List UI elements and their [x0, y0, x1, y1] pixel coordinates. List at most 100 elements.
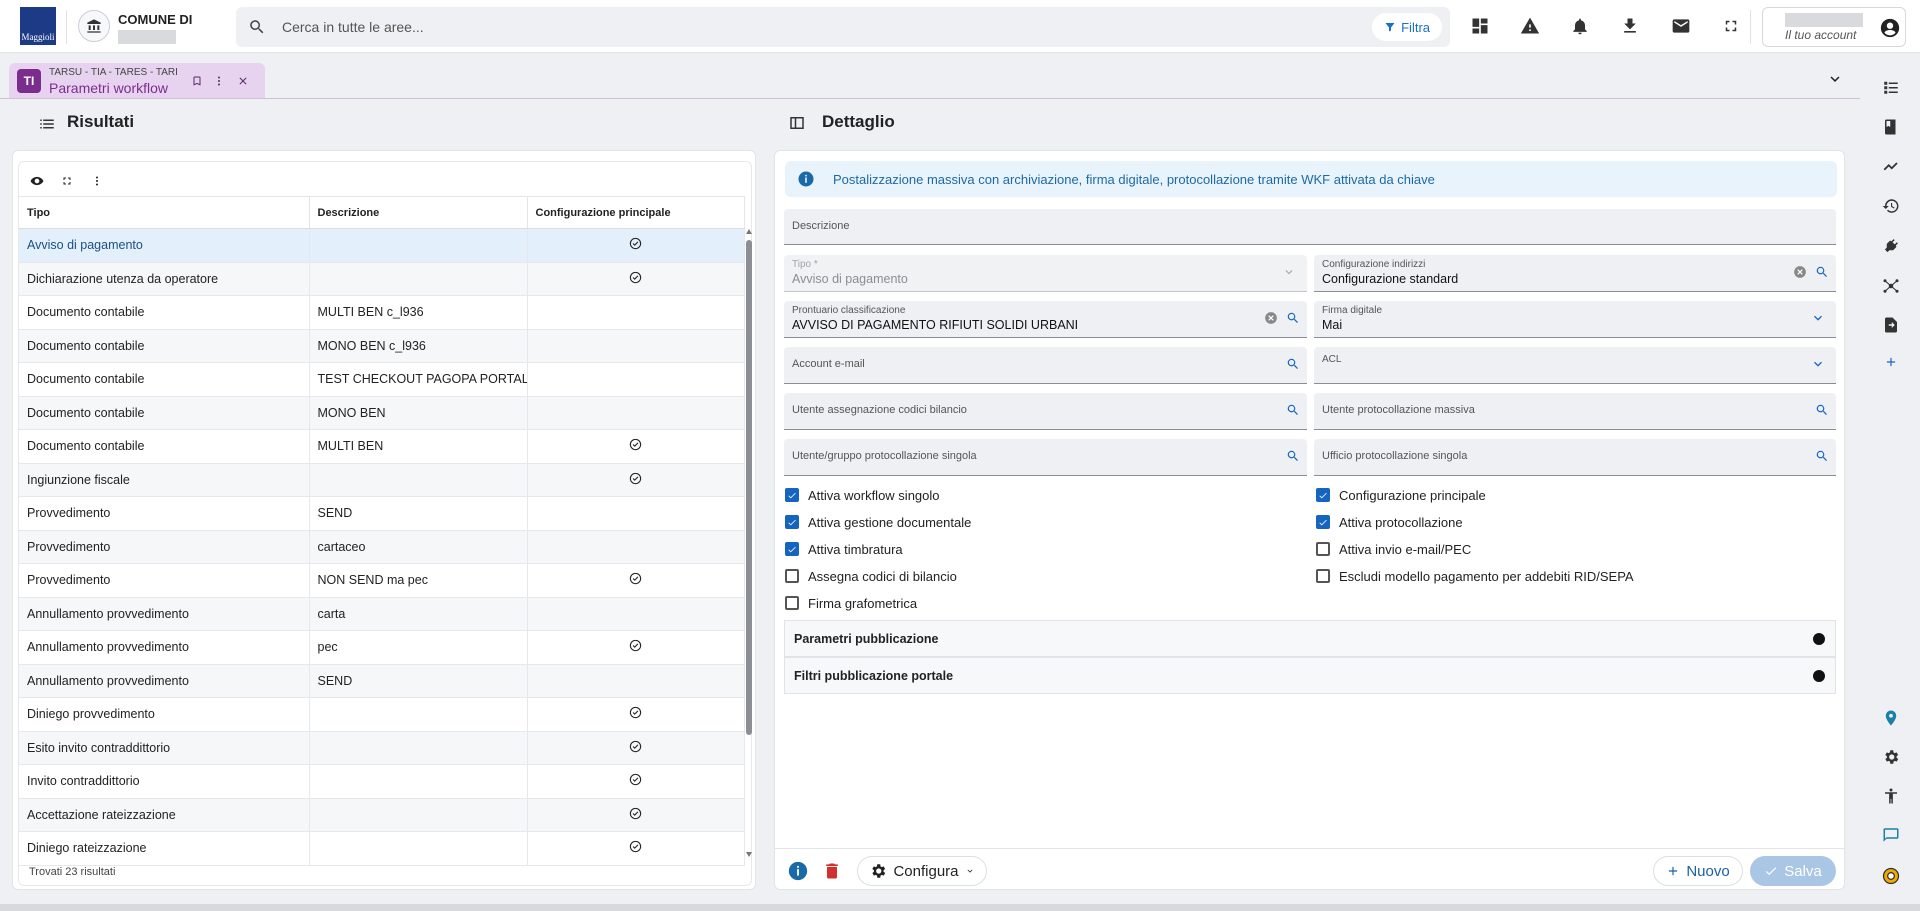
- chat-support-icon[interactable]: [1876, 820, 1906, 850]
- help-lifebuoy-icon[interactable]: [1876, 861, 1906, 891]
- account-button[interactable]: Il tuo account: [1762, 7, 1906, 47]
- acl-select[interactable]: ACL: [1314, 347, 1836, 384]
- filter-button[interactable]: Filtra: [1372, 13, 1442, 41]
- table-row[interactable]: Documento contabile MONO BEN c_l936: [19, 329, 745, 363]
- utente-protocollazione-massiva-field[interactable]: Utente protocollazione massiva: [1314, 393, 1836, 430]
- table-row[interactable]: Dichiarazione utenza da operatore: [19, 262, 745, 296]
- tab-parametri-workflow[interactable]: TI TARSU - TIA - TARES - TARI Parametri …: [9, 63, 265, 99]
- notifications-icon[interactable]: [1566, 12, 1594, 40]
- firma-digitale-select[interactable]: Firma digitale Mai: [1314, 301, 1836, 338]
- bookmark-icon[interactable]: [189, 73, 205, 89]
- table-row[interactable]: Avviso di pagamento: [19, 228, 745, 263]
- checkbox-configurazione-principale[interactable]: Configurazione principale: [1316, 486, 1486, 504]
- accordion-parametri-pubblicazione[interactable]: Parametri pubblicazione: [784, 620, 1836, 657]
- column-header-descrizione[interactable]: Descrizione: [309, 196, 528, 229]
- scroll-down-arrow-icon[interactable]: [746, 852, 752, 858]
- search-icon[interactable]: [1285, 310, 1301, 326]
- table-row[interactable]: Annullamento provvedimento SEND: [19, 664, 745, 698]
- expand-toggle-icon[interactable]: [1813, 633, 1825, 645]
- side-panel-icon[interactable]: [788, 114, 806, 132]
- checkbox-attiva-gestione-documentale[interactable]: Attiva gestione documentale: [785, 513, 971, 531]
- search-icon[interactable]: [1814, 448, 1830, 464]
- expand-icon[interactable]: [57, 171, 77, 191]
- scroll-up-arrow-icon[interactable]: [746, 228, 752, 234]
- ufficio-protocollazione-singola-field[interactable]: Ufficio protocollazione singola: [1314, 439, 1836, 476]
- list-view-icon[interactable]: [1876, 72, 1906, 102]
- search-icon[interactable]: [1285, 356, 1301, 372]
- document-export-icon[interactable]: [1876, 310, 1906, 340]
- search-input[interactable]: Cerca in tutte le aree...: [282, 19, 424, 35]
- checkbox-checked-icon[interactable]: [1316, 515, 1330, 529]
- account-email-field[interactable]: Account e-mail: [784, 347, 1307, 384]
- checkbox-checked-icon[interactable]: [785, 515, 799, 529]
- trend-icon[interactable]: [1876, 151, 1906, 181]
- table-row[interactable]: Accettazione rateizzazione: [19, 798, 745, 832]
- plug-icon[interactable]: [1876, 231, 1906, 261]
- checkbox-attiva-timbratura[interactable]: Attiva timbratura: [785, 540, 903, 558]
- grid-more-icon[interactable]: [87, 171, 107, 191]
- checkbox-unchecked-icon[interactable]: [1316, 569, 1330, 583]
- warning-icon[interactable]: [1516, 12, 1544, 40]
- salva-button[interactable]: Salva: [1750, 856, 1836, 886]
- clear-icon[interactable]: [1792, 264, 1808, 280]
- maggioli-logo[interactable]: Maggioli: [20, 7, 56, 45]
- info-button[interactable]: [787, 856, 809, 886]
- checkbox-escludi-modello-pagamento-per-addebiti-rid-sepa[interactable]: Escludi modello pagamento per addebiti R…: [1316, 567, 1634, 585]
- table-row[interactable]: Documento contabile MONO BEN: [19, 396, 745, 430]
- table-row[interactable]: Annullamento provvedimento pec: [19, 630, 745, 665]
- add-icon[interactable]: [1876, 347, 1906, 377]
- checkbox-checked-icon[interactable]: [1316, 488, 1330, 502]
- checkbox-assegna-codici-di-bilancio[interactable]: Assegna codici di bilancio: [785, 567, 957, 585]
- network-icon[interactable]: [1876, 271, 1906, 301]
- descrizione-field[interactable]: Descrizione: [784, 209, 1836, 245]
- global-search[interactable]: Cerca in tutte le aree... Filtra: [236, 7, 1450, 47]
- checkbox-unchecked-icon[interactable]: [785, 569, 799, 583]
- search-icon[interactable]: [1814, 264, 1830, 280]
- table-row[interactable]: Provvedimento cartaceo: [19, 530, 745, 564]
- configura-button[interactable]: Configura: [857, 856, 987, 886]
- table-row[interactable]: Invito contraddittorio: [19, 764, 745, 799]
- utente-bilancio-field[interactable]: Utente assegnazione codici bilancio: [784, 393, 1307, 430]
- scrollbar-thumb[interactable]: [746, 240, 752, 735]
- mail-icon[interactable]: [1667, 12, 1695, 40]
- location-icon[interactable]: [1876, 703, 1906, 733]
- expand-toggle-icon[interactable]: [1813, 670, 1825, 682]
- utente-protocollazione-singola-field[interactable]: Utente/gruppo protocollazione singola: [784, 439, 1307, 476]
- column-header-configurazione[interactable]: Configurazione principale: [527, 196, 745, 229]
- prontuario-field[interactable]: Prontuario classificazione AVVISO DI PAG…: [784, 301, 1307, 338]
- table-row[interactable]: Annullamento provvedimento carta: [19, 597, 745, 631]
- nuovo-button[interactable]: Nuovo: [1653, 856, 1743, 886]
- checkbox-unchecked-icon[interactable]: [1316, 542, 1330, 556]
- column-header-tipo[interactable]: Tipo: [19, 196, 310, 229]
- tipo-select[interactable]: Tipo * Avviso di pagamento: [784, 255, 1307, 292]
- fullscreen-icon[interactable]: [1717, 12, 1745, 40]
- checkbox-unchecked-icon[interactable]: [785, 596, 799, 610]
- configurazione-indirizzi-field[interactable]: Configurazione indirizzi Configurazione …: [1314, 255, 1836, 292]
- table-row[interactable]: Diniego provvedimento: [19, 697, 745, 732]
- table-row[interactable]: Provvedimento SEND: [19, 496, 745, 531]
- table-row[interactable]: Provvedimento NON SEND ma pec: [19, 563, 745, 598]
- table-row[interactable]: Documento contabile TEST CHECKOUT PAGOPA …: [19, 362, 745, 397]
- dashboard-icon[interactable]: [1466, 12, 1494, 40]
- checkbox-firma-grafometrica[interactable]: Firma grafometrica: [785, 594, 917, 612]
- scrollbar[interactable]: [745, 228, 753, 858]
- accessibility-icon[interactable]: [1876, 781, 1906, 811]
- tab-more-icon[interactable]: [211, 73, 227, 89]
- delete-button[interactable]: [821, 856, 843, 886]
- history-icon[interactable]: [1876, 191, 1906, 221]
- table-row[interactable]: Diniego rateizzazione: [19, 831, 745, 866]
- checkbox-attiva-workflow-singolo[interactable]: Attiva workflow singolo: [785, 486, 940, 504]
- table-row[interactable]: Ingiunzione fiscale: [19, 463, 745, 497]
- search-icon[interactable]: [1285, 448, 1301, 464]
- checkbox-checked-icon[interactable]: [785, 488, 799, 502]
- download-icon[interactable]: [1616, 12, 1644, 40]
- search-icon[interactable]: [1285, 402, 1301, 418]
- checkbox-attiva-protocollazione[interactable]: Attiva protocollazione: [1316, 513, 1463, 531]
- book-icon[interactable]: [1876, 112, 1906, 142]
- table-row[interactable]: Documento contabile MULTI BEN c_l936: [19, 295, 745, 330]
- close-tab-icon[interactable]: [235, 73, 251, 89]
- settings-gear-icon[interactable]: [1876, 742, 1906, 772]
- search-icon[interactable]: [1814, 402, 1830, 418]
- clear-icon[interactable]: [1263, 310, 1279, 326]
- checkbox-checked-icon[interactable]: [785, 542, 799, 556]
